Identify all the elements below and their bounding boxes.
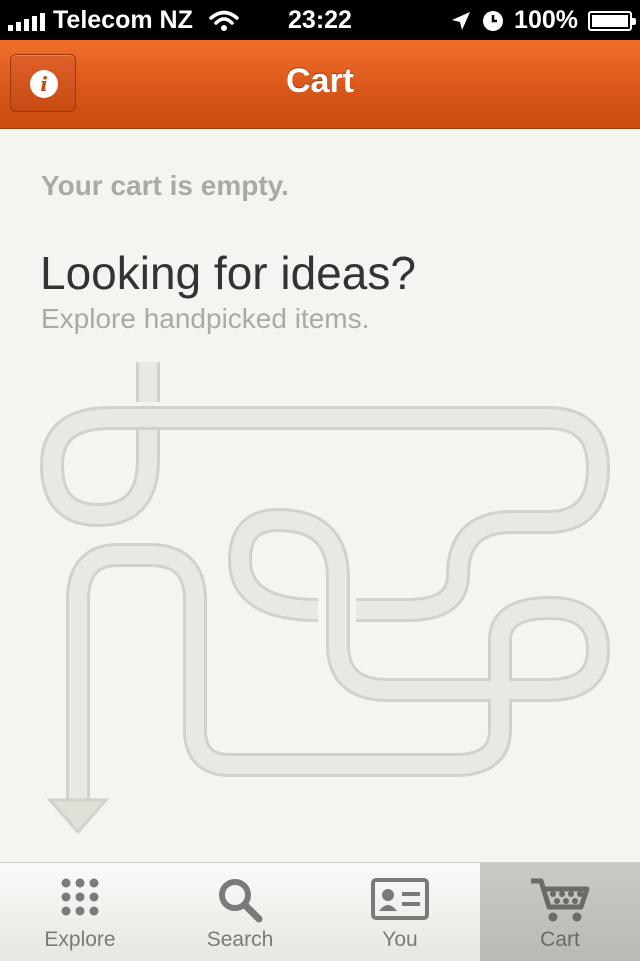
tab-explore[interactable]: Explore	[0, 863, 160, 961]
tab-you-label: You	[382, 928, 418, 951]
navigation-bar: i Cart	[0, 40, 640, 129]
tab-explore-label: Explore	[44, 928, 116, 951]
cart-icon	[531, 878, 590, 922]
tab-search[interactable]: Search	[160, 863, 320, 961]
tab-cart-label: Cart	[540, 928, 580, 951]
empty-cart-message: Your cart is empty.	[41, 170, 289, 201]
tab-you[interactable]: You	[320, 863, 480, 961]
explore-subtitle: Explore handpicked items.	[41, 303, 370, 334]
clock-icon	[483, 10, 504, 31]
status-right: 100%	[450, 6, 636, 35]
tab-search-label: Search	[206, 928, 274, 951]
id-card-icon	[371, 878, 429, 920]
battery-fill	[592, 14, 628, 27]
battery-icon	[588, 10, 636, 31]
magnifier-icon	[219, 879, 263, 923]
battery-percent: 100%	[514, 6, 578, 34]
status-bar: Telecom NZ 23:22 100%	[0, 0, 640, 40]
page-title: Cart	[285, 62, 355, 100]
location-arrow-icon	[452, 11, 471, 30]
tab-cart[interactable]: Cart	[480, 863, 640, 961]
tab-bar: Explore Search You Cart	[0, 862, 640, 961]
ideas-headline: Looking for ideas?	[40, 247, 416, 299]
grid-dots-icon	[61, 878, 99, 916]
ideas-pipe-illustration[interactable]	[0, 350, 640, 850]
